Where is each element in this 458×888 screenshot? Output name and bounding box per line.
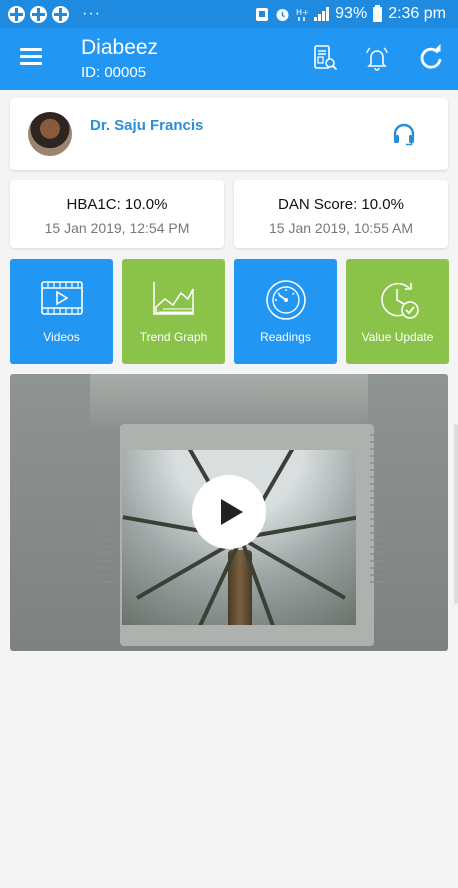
value-update-label: Value Update — [361, 330, 434, 344]
trend-graph-tile[interactable]: Trend Graph — [122, 259, 225, 364]
battery-percent: 93% — [335, 5, 368, 22]
video-icon — [40, 281, 83, 315]
value-update-tile[interactable]: Value Update — [346, 259, 449, 364]
svg-text:H+: H+ — [296, 8, 308, 17]
report-search-icon[interactable] — [309, 43, 339, 73]
refresh-icon[interactable] — [416, 43, 446, 73]
headset-icon[interactable] — [392, 122, 416, 146]
more-notifications-icon: ··· — [82, 5, 101, 22]
readings-tile[interactable]: Readings — [234, 259, 337, 364]
patient-id: ID: 00005 — [81, 64, 147, 81]
network-type-icon: H+ — [296, 8, 308, 21]
alarm-icon — [276, 8, 289, 21]
videos-tile[interactable]: Videos — [10, 259, 113, 364]
hba1c-value: HBA1C: 10.0% — [66, 196, 168, 213]
videos-label: Videos — [43, 330, 80, 344]
battery-icon — [373, 4, 383, 22]
readings-label: Readings — [260, 330, 311, 344]
system-status: H+ 93% 2:36 pm — [255, 4, 446, 23]
palm-frond — [240, 536, 346, 600]
notification-icons: ··· — [8, 5, 101, 23]
hba1c-card[interactable]: HBA1C: 10.0% 15 Jan 2019, 12:54 PM — [10, 180, 224, 248]
value-update-icon — [380, 282, 419, 319]
video-player[interactable] — [10, 374, 448, 651]
dan-score-value: DAN Score: 10.0% — [278, 196, 404, 213]
signal-icon — [314, 7, 330, 21]
app-title: Diabeez — [81, 36, 159, 59]
status-bar: ··· H+ 93% 2:36 pm — [0, 0, 458, 28]
jar-text-right — [370, 434, 384, 584]
gauge-icon — [265, 280, 306, 320]
menu-button[interactable] — [20, 48, 42, 66]
doctor-avatar — [28, 112, 72, 156]
jar-background — [90, 374, 368, 428]
doctor-card[interactable]: Dr. Saju Francis — [10, 98, 448, 170]
dan-score-date: 15 Jan 2019, 10:55 AM — [269, 220, 413, 236]
app-bar: Diabeez ID: 00005 — [0, 28, 458, 90]
app-notification-icon — [30, 5, 47, 23]
play-button[interactable] — [192, 475, 266, 549]
jar-text-left — [98, 434, 112, 584]
scroll-indicator — [454, 424, 458, 604]
data-saver-icon — [256, 7, 269, 21]
doctor-name[interactable]: Dr. Saju Francis — [90, 117, 203, 134]
clock-time: 2:36 pm — [388, 5, 446, 22]
notification-bell-icon[interactable] — [362, 43, 392, 73]
trend-graph-icon — [152, 282, 194, 315]
hba1c-date: 15 Jan 2019, 12:54 PM — [44, 220, 190, 236]
app-notification-icon — [8, 5, 25, 23]
trend-graph-label: Trend Graph — [139, 330, 208, 344]
app-notification-icon — [52, 5, 69, 23]
dan-score-card[interactable]: DAN Score: 10.0% 15 Jan 2019, 10:55 AM — [234, 180, 448, 248]
